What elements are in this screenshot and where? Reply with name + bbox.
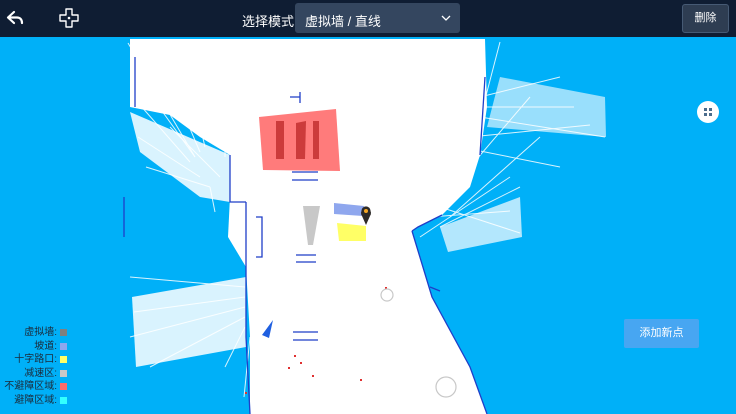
legend-item-virtual-wall: 虚拟墙: (0, 326, 70, 340)
delete-button[interactable]: 删除 (682, 4, 729, 33)
legend-swatch (60, 329, 67, 337)
legend-item-avoid-zone: 避障区域: (0, 394, 70, 408)
top-toolbar: 选择模式 虚拟墙 / 直线 删除 (0, 0, 736, 37)
crossroad-zone[interactable] (337, 223, 366, 241)
legend-swatch (60, 383, 67, 391)
chevron-down-icon (441, 15, 451, 21)
legend-item-slow-zone: 减速区: (0, 367, 70, 381)
legend-item-crossroad: 十字路口: (0, 353, 70, 367)
legend-swatch (60, 342, 67, 350)
legend-swatch (60, 356, 67, 364)
legend-item-slope: 坡道: (0, 340, 70, 354)
grid-dots-icon[interactable] (697, 101, 719, 123)
legend-swatch (60, 369, 67, 377)
legend-item-no-avoid-zone: 不避障区域: (0, 380, 70, 394)
map-drawing (123, 39, 606, 414)
crosshair-plus-icon[interactable] (57, 6, 81, 30)
mode-label: 选择模式 (242, 14, 295, 29)
back-arrow-icon[interactable] (4, 6, 28, 30)
legend-swatch (60, 396, 67, 404)
map-canvas[interactable] (0, 37, 736, 414)
mode-select-value: 虚拟墙 / 直线 (305, 14, 381, 29)
add-new-point-button[interactable]: 添加新点 (624, 319, 699, 348)
map-legend: 虚拟墙: 坡道: 十字路口: 减速区: 不避障区域: 避障区域: (0, 326, 70, 407)
no-avoid-zone[interactable] (259, 109, 340, 171)
mode-select[interactable]: 虚拟墙 / 直线 (295, 3, 460, 33)
